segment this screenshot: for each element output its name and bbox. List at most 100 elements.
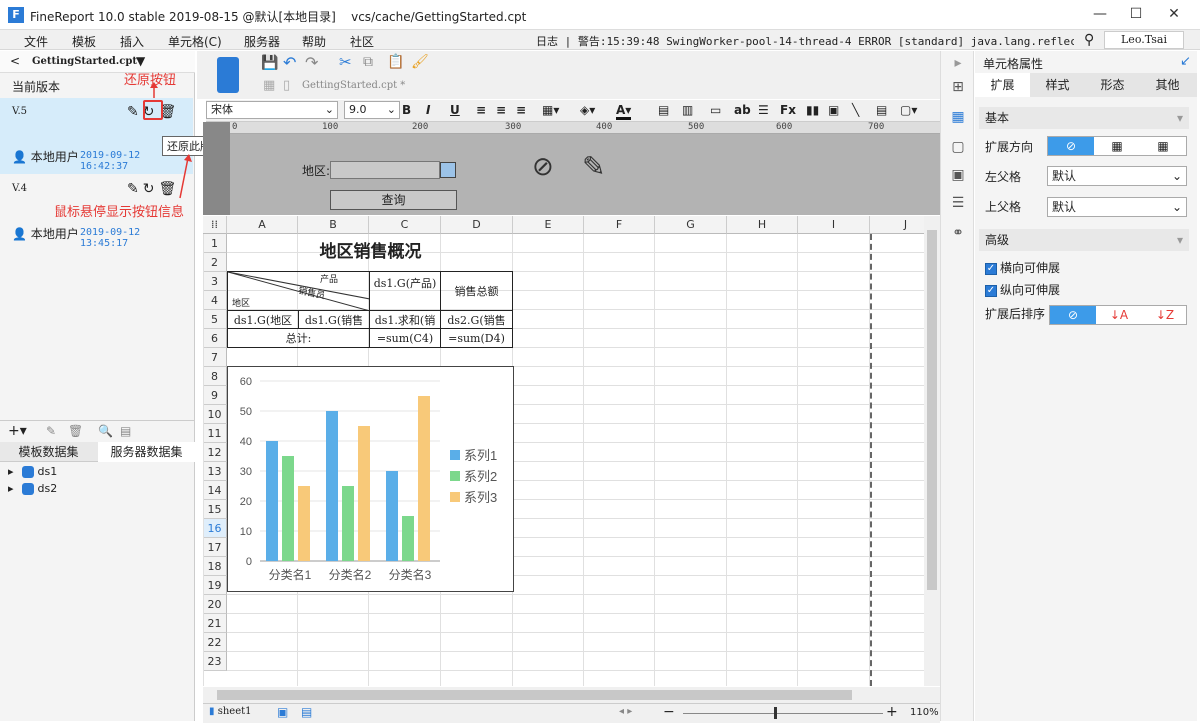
insert-rows-icon[interactable]: ☰ [758,103,769,117]
sheet-tab[interactable]: ▮ sheet1 [209,706,252,717]
cut-icon[interactable]: ✂ [339,53,352,71]
cell-a5[interactable]: 总计: [227,328,370,348]
formula-icon[interactable]: Fx [780,103,796,117]
cell-b4[interactable]: ds1.G(销售 [298,310,370,329]
cell-d5[interactable]: =sum(D4) [440,328,513,348]
cell-c4[interactable]: ds1.求和(销 [369,310,441,329]
row-header[interactable]: 21 [203,614,227,633]
log-status[interactable]: 日志 | 警告:15:39:48 SwingWorker-pool-14-thr… [536,33,1074,49]
column-header[interactable]: G [655,216,727,234]
horizontal-scrollbar[interactable] [203,687,940,703]
menu-server[interactable]: 服务器 [244,33,280,50]
redo-icon[interactable]: ↷ [305,53,318,72]
row-header[interactable]: 4 [203,291,227,310]
link-icon[interactable]: ⚭ [949,225,967,243]
query-button[interactable]: 查询 [330,190,457,210]
bar-chart[interactable]: 0 10 20 30 40 50 60 分类名1 分类名2 分类名3 系列1 系列2 系列3 [227,366,514,592]
row-header[interactable]: 19 [203,576,227,595]
frame-icon[interactable]: ▢▾ [900,103,917,117]
sort-ascending-icon[interactable]: ↓A [1096,306,1142,324]
column-header[interactable]: H [727,216,798,234]
no-expand-icon[interactable]: ⊘ [1048,137,1094,155]
copy-icon[interactable]: ⧉ [363,54,373,70]
report-title[interactable]: 地区销售概况 [227,234,514,270]
column-header[interactable]: C [369,216,441,234]
row-header[interactable]: 11 [203,424,227,443]
condition-icon[interactable]: ☰ [949,195,967,213]
add-form-icon[interactable]: ▤ [301,705,312,719]
menu-community[interactable]: 社区 [350,33,374,50]
left-parent-select[interactable]: 默认 ⌄ [1047,166,1187,186]
row-header[interactable]: 15 [203,500,227,519]
grid-corner[interactable]: ⁞⁞ [203,216,227,234]
horizontal-expand-checkbox[interactable]: ✓ 横向可伸展 [985,259,1060,276]
horizontal-expand-icon[interactable]: ▦ [1140,137,1186,155]
menu-template[interactable]: 模板 [72,33,96,50]
vertical-expand-checkbox[interactable]: ✓ 纵向可伸展 [985,281,1060,298]
row-header[interactable]: 8 [203,367,227,386]
prev-sheet-icon[interactable]: ◂ ▸ [619,706,632,717]
slash-header-cell[interactable]: 产品 销售员 地区 [227,271,370,311]
add-sheet-icon[interactable]: ▣ [277,705,288,719]
edit-pencil-icon[interactable]: ✎ [582,150,605,183]
close-button[interactable]: ✕ [1164,6,1184,22]
slash-icon[interactable]: ╲ [852,103,859,117]
delete-icon[interactable]: 🗑 [68,424,83,438]
paste-icon[interactable]: 📋 [387,54,404,70]
widget-icon[interactable]: ▣ [949,167,967,185]
merge-icon[interactable]: ▤ [658,103,669,117]
italic-button[interactable]: I [426,103,430,117]
column-header[interactable]: I [798,216,870,234]
tab-expand[interactable]: 扩展 [975,73,1030,97]
add-icon[interactable]: +▾ [8,423,27,439]
top-parent-select[interactable]: 默认 ⌄ [1047,197,1187,217]
column-header[interactable]: E [513,216,584,234]
row-header[interactable]: 2 [203,253,227,272]
row-header[interactable]: 22 [203,633,227,652]
menu-cell[interactable]: 单元格(C) [168,33,222,50]
row-header[interactable]: 16 [203,519,227,538]
undo-icon[interactable]: ↶ [283,53,296,72]
cell-a4[interactable]: ds1.G(地区 [227,310,299,329]
menu-insert[interactable]: 插入 [120,33,144,50]
row-header[interactable]: 10 [203,405,227,424]
column-header[interactable]: J [870,216,924,234]
fill-color-icon[interactable]: ◈▾ [580,103,595,117]
font-color-icon[interactable]: A▾ [616,103,632,120]
align-right-icon[interactable]: ≡ [516,103,526,117]
edit-icon[interactable]: ✎ [46,424,56,438]
menu-file[interactable]: 文件 [24,33,48,50]
row-header[interactable]: 6 [203,329,227,348]
back-icon[interactable]: < [10,54,20,68]
user-name[interactable]: Leo.Tsai [1104,31,1184,49]
filter-icon[interactable]: ▼ [136,54,145,68]
align-left-icon[interactable]: ≡ [476,103,486,117]
font-select[interactable]: 宋体 ⌄ [206,101,338,119]
font-size-select[interactable]: 9.0 ⌄ [344,101,400,119]
zoom-out-button[interactable]: − [663,704,675,720]
column-header[interactable]: A [227,216,298,234]
spreadsheet-grid[interactable]: ⁞⁞ A B C D E F G H I J 1 2 3 4 5 6 7 8 9 10 11 12 13 14 15 16 17 18 1… [203,216,924,686]
border-icon[interactable]: ▦▾ [542,103,559,117]
row-header[interactable]: 17 [203,538,227,557]
cell-d4[interactable]: ds2.G(销售 [440,310,513,329]
tab-style[interactable]: 样式 [1030,73,1085,97]
row-header[interactable]: 20 [203,595,227,614]
row-header[interactable]: 7 [203,348,227,367]
insert-text-icon[interactable]: ▭ [710,103,721,117]
tab-template-dataset[interactable]: 模板数据集 [0,442,97,462]
search-icon[interactable]: ⚲ [1084,32,1094,48]
unmerge-icon[interactable]: ▥ [682,103,693,117]
save-icon[interactable]: 💾 [261,55,278,71]
row-header[interactable]: 23 [203,652,227,671]
cell-c3[interactable]: ds1.G(产品) [369,271,441,311]
zoom-slider[interactable] [683,713,883,714]
sort-descending-icon[interactable]: ↓Z [1142,306,1188,324]
param-icon[interactable]: ▤ [120,424,131,438]
section-advanced[interactable]: 高级 ▾ [979,229,1189,251]
tab-other[interactable]: 其他 [1140,73,1195,97]
image-icon[interactable]: ▣ [828,103,839,117]
template-icon[interactable] [217,57,239,93]
zoom-in-button[interactable]: + [886,704,898,720]
region-dropdown-button[interactable] [440,162,456,178]
